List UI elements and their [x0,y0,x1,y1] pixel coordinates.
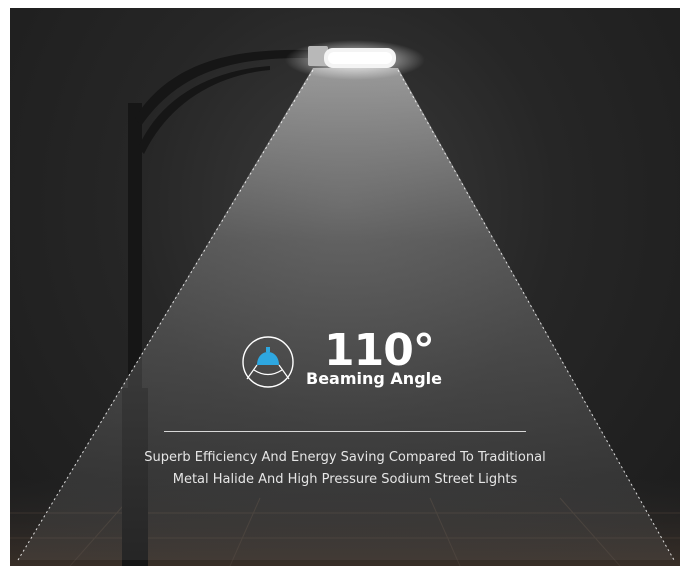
caption-line-1: Superb Efficiency And Energy Saving Comp… [144,450,546,465]
caption-line-2: Metal Halide And High Pressure Sodium St… [172,472,518,487]
product-photo: 110° Beaming Angle Superb Efficiency And… [10,8,680,566]
beam-angle-label: Beaming Angle [306,369,442,388]
lamp-head [308,46,396,68]
divider-line [164,431,526,432]
beam-angle-icon [242,336,294,388]
